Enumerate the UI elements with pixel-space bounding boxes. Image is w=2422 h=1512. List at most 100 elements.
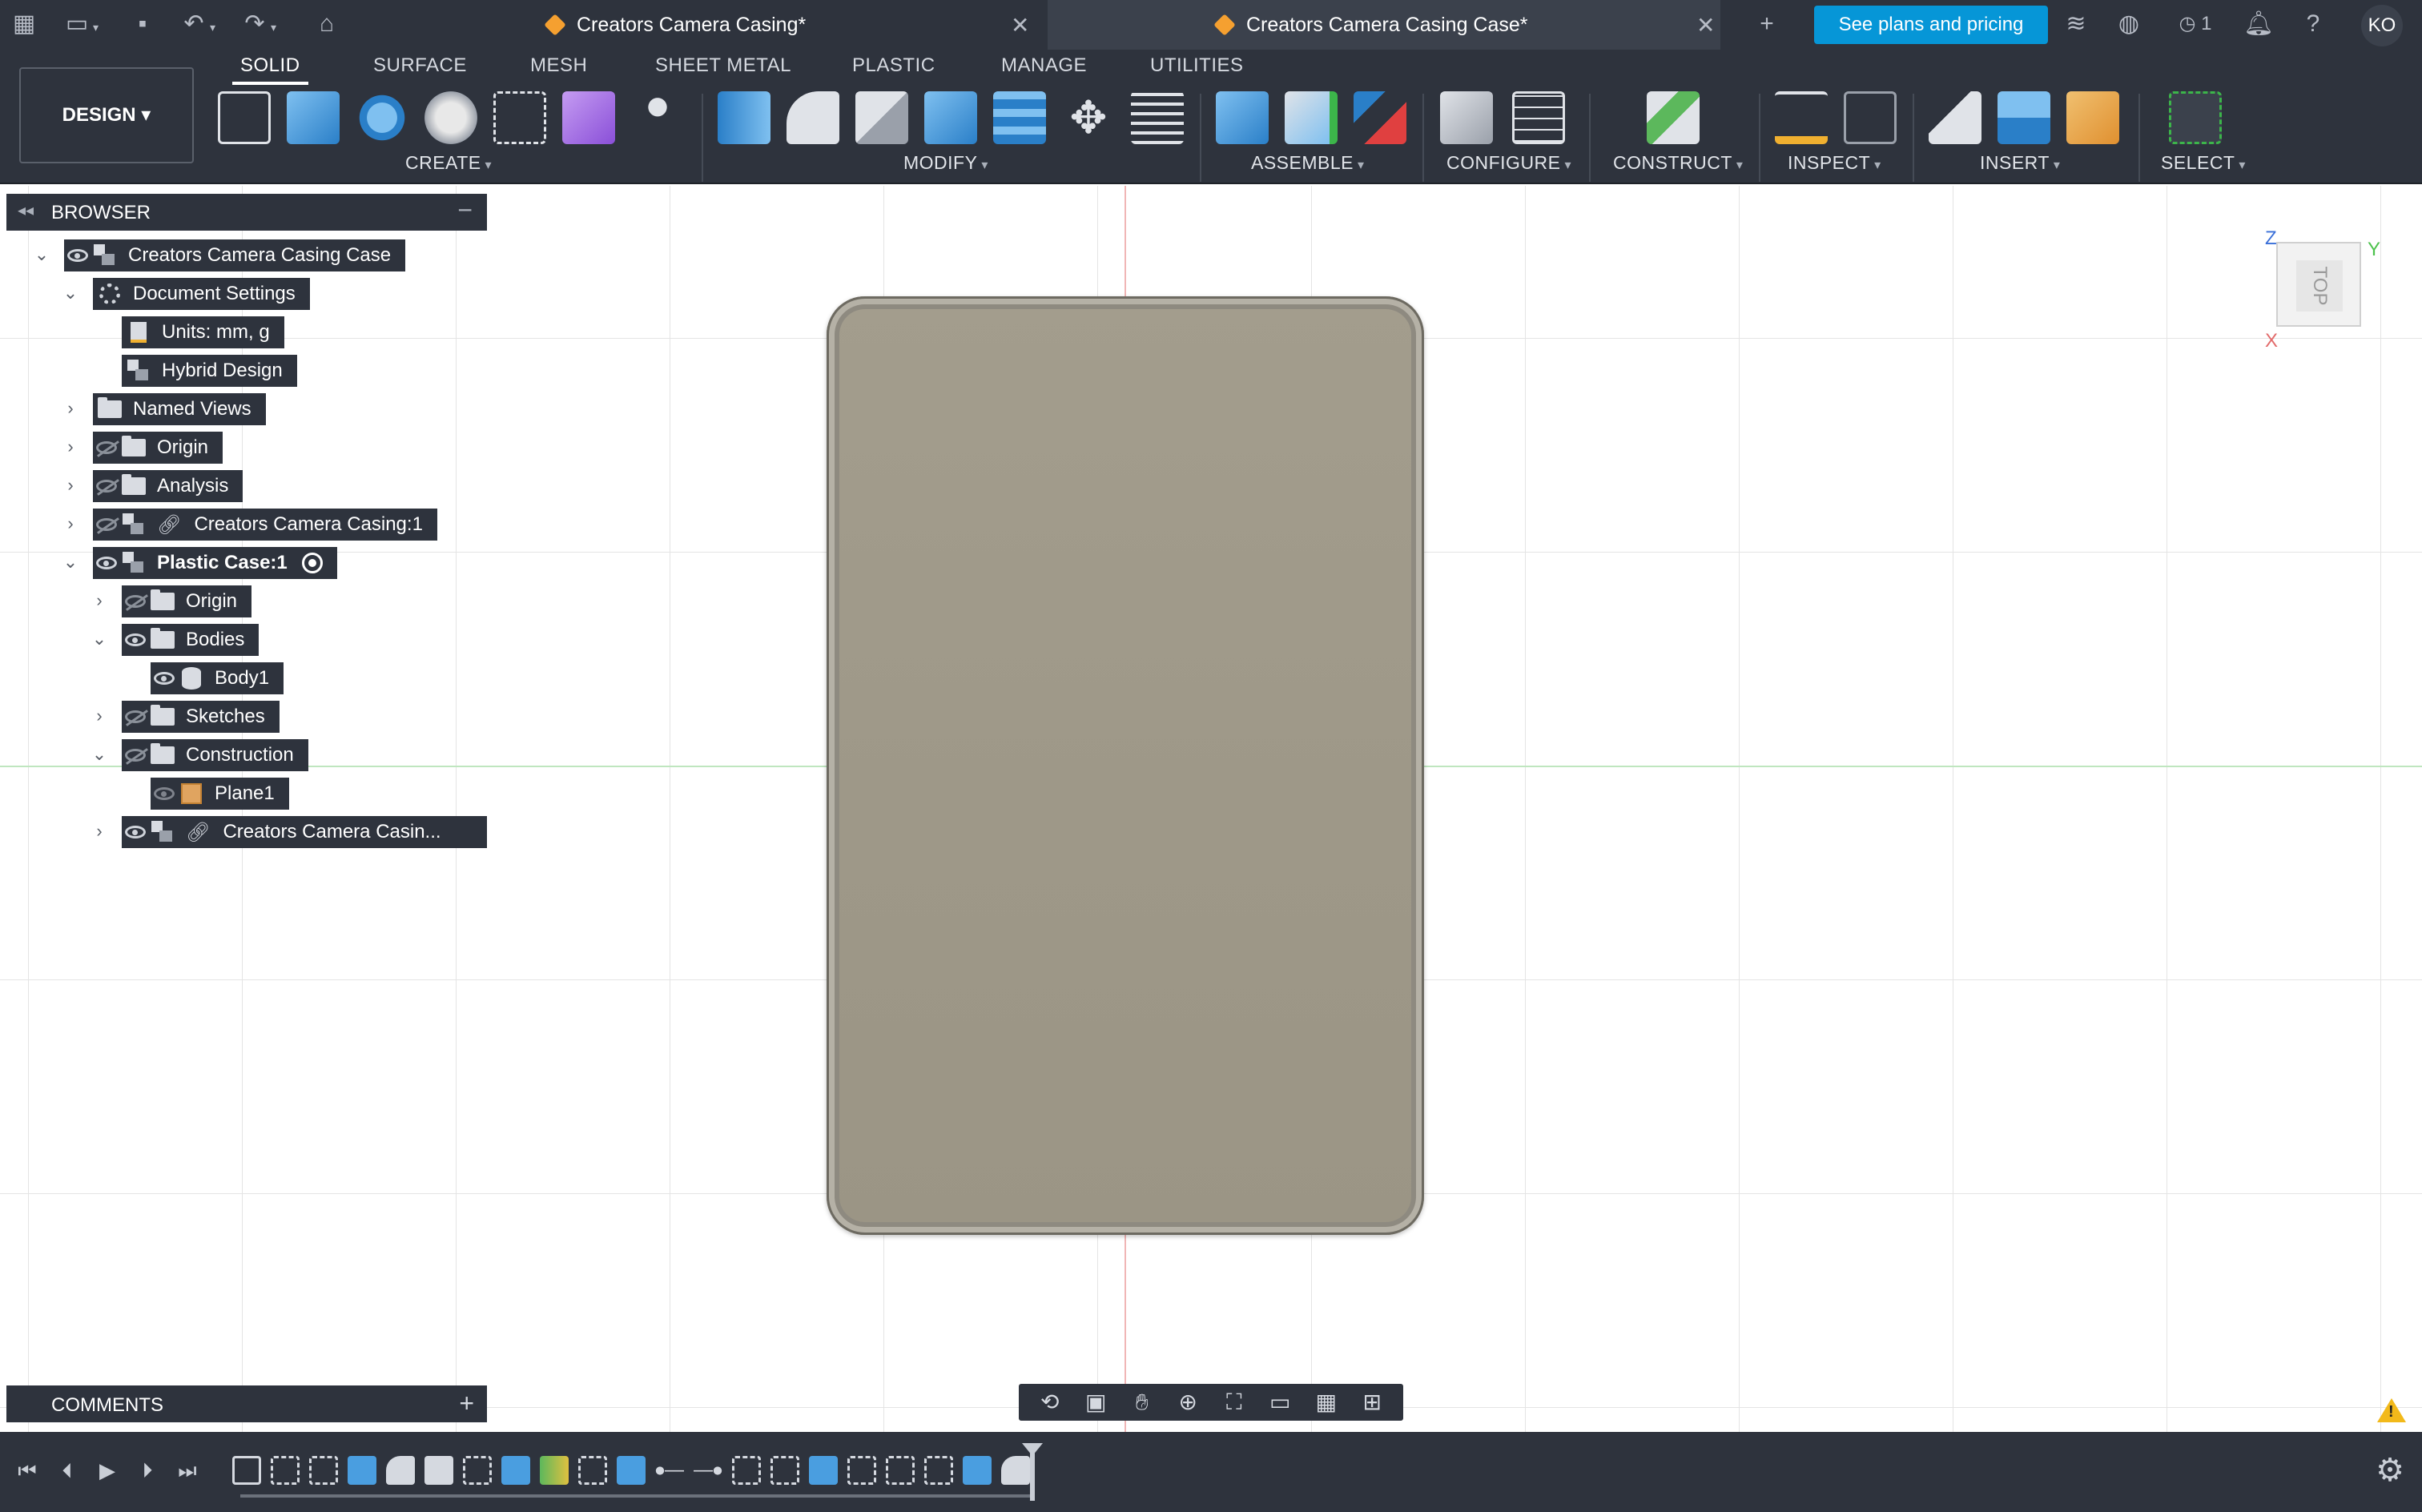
timeline-feature-icon[interactable] xyxy=(963,1456,992,1485)
modify-menu[interactable]: MODIFY xyxy=(903,152,988,174)
tree-units[interactable]: Units: mm, g xyxy=(122,316,284,348)
tab-mesh[interactable]: MESH xyxy=(530,54,587,77)
visibility-hidden-icon[interactable] xyxy=(93,470,120,502)
visibility-eye-icon[interactable] xyxy=(151,662,178,694)
minimize-panel-icon[interactable]: − xyxy=(457,195,473,225)
timeline-feature-icon[interactable] xyxy=(309,1456,338,1485)
zoom-icon[interactable]: ⊕ xyxy=(1172,1389,1204,1416)
tab-surface[interactable]: SURFACE xyxy=(373,54,467,77)
timeline-feature-icon[interactable] xyxy=(924,1456,953,1485)
notifications-bell-icon[interactable]: 🔔︎ xyxy=(2243,8,2275,40)
tree-hybrid-design[interactable]: Hybrid Design xyxy=(122,355,297,387)
configure-menu[interactable]: CONFIGURE xyxy=(1446,152,1571,174)
timeline-feature-icon[interactable] xyxy=(348,1456,376,1485)
go-to-start-icon[interactable]: ⏮︎ xyxy=(14,1458,40,1483)
expand-arrow-icon[interactable]: › xyxy=(62,515,78,533)
collapse-arrow-icon[interactable]: ⌄ xyxy=(91,630,107,648)
tree-document-settings[interactable]: Document Settings xyxy=(93,278,310,310)
timeline-feature-icon[interactable] xyxy=(424,1456,453,1485)
timeline-feature-icon[interactable] xyxy=(386,1456,415,1485)
joint-icon[interactable] xyxy=(1354,91,1406,144)
help-icon[interactable]: ? xyxy=(2297,8,2329,40)
insert-mcmaster-icon[interactable] xyxy=(2066,91,2119,144)
collapse-arrow-icon[interactable]: ⌄ xyxy=(34,246,50,263)
tree-construction[interactable]: Construction xyxy=(122,739,308,771)
shell-icon[interactable] xyxy=(924,91,977,144)
create-base-feature-icon[interactable] xyxy=(631,91,684,144)
collapse-panel-icon[interactable]: ◂◂ xyxy=(18,200,34,220)
tab-creators-camera-casing-case[interactable]: Creators Camera Casing Case* ✕ xyxy=(1048,0,1720,50)
workspace-switcher[interactable]: DESIGN ▾ xyxy=(19,67,194,163)
hole-icon[interactable] xyxy=(424,91,477,144)
timeline-marker[interactable] xyxy=(1022,1443,1043,1501)
insert-mesh-icon[interactable] xyxy=(1929,91,1981,144)
visibility-eye-icon[interactable] xyxy=(64,239,91,271)
tab-plastic[interactable]: PLASTIC xyxy=(852,54,935,77)
collapse-arrow-icon[interactable]: ⌄ xyxy=(62,284,78,302)
visibility-eye-icon[interactable] xyxy=(122,816,149,848)
avatar[interactable]: KO xyxy=(2361,5,2403,46)
timeline-joint-icon[interactable]: —⦁ xyxy=(694,1456,722,1485)
insert-menu[interactable]: INSERT xyxy=(1980,152,2060,174)
apps-grid-icon[interactable]: ▦ xyxy=(8,8,40,40)
visibility-hidden-icon[interactable] xyxy=(122,739,149,771)
add-comment-icon[interactable]: + xyxy=(459,1389,474,1418)
extensions-icon[interactable]: ◍ xyxy=(2113,8,2145,40)
activate-radio-icon[interactable] xyxy=(301,553,323,573)
timeline-feature-icon[interactable] xyxy=(732,1456,761,1485)
visibility-hidden-icon[interactable] xyxy=(122,585,149,617)
look-at-icon[interactable]: ▣ xyxy=(1080,1389,1112,1416)
data-panel-icon[interactable]: ≋ xyxy=(2060,8,2092,40)
step-forward-icon[interactable]: ⏵︎ xyxy=(135,1458,160,1483)
revolve-icon[interactable] xyxy=(356,91,408,144)
tree-bodies[interactable]: Bodies xyxy=(122,624,260,656)
pan-hand-icon[interactable]: ✋︎ xyxy=(1126,1389,1158,1416)
tree-root[interactable]: Creators Camera Casing Case xyxy=(64,239,406,271)
timeline-feature-icon[interactable] xyxy=(578,1456,607,1485)
view-cube-top-face[interactable]: TOP xyxy=(2296,260,2343,312)
timeline-feature-icon[interactable] xyxy=(540,1456,569,1485)
new-tab-icon[interactable]: + xyxy=(1751,8,1783,40)
tree-origin-child[interactable]: Origin xyxy=(122,585,252,617)
insert-canvas-icon[interactable] xyxy=(1998,91,2050,144)
expand-arrow-icon[interactable]: › xyxy=(62,400,78,417)
fillet-icon[interactable] xyxy=(787,91,839,144)
inspect-menu[interactable]: INSPECT xyxy=(1788,152,1881,174)
redo-icon[interactable]: ↷ ▾ xyxy=(239,8,276,40)
timeline-feature-icon[interactable] xyxy=(809,1456,838,1485)
expand-arrow-icon[interactable]: › xyxy=(91,822,107,840)
close-icon[interactable]: ✕ xyxy=(1011,12,1029,38)
timeline-feature-icon[interactable] xyxy=(770,1456,799,1485)
close-icon[interactable]: ✕ xyxy=(1696,12,1715,38)
expand-arrow-icon[interactable]: › xyxy=(62,477,78,494)
orbit-icon[interactable]: ⟲ xyxy=(1034,1389,1066,1416)
new-component-icon[interactable] xyxy=(1285,91,1338,144)
timeline-feature-icon[interactable] xyxy=(271,1456,300,1485)
visibility-hidden-icon[interactable] xyxy=(93,432,120,464)
tree-sketches[interactable]: Sketches xyxy=(122,701,280,733)
chamfer-icon[interactable] xyxy=(855,91,908,144)
tab-sheet-metal[interactable]: SHEET METAL xyxy=(655,54,791,77)
tree-origin[interactable]: Origin xyxy=(93,432,223,464)
rectangular-pattern-icon[interactable] xyxy=(493,91,546,144)
file-menu-icon[interactable]: ▭ ▾ xyxy=(61,8,99,40)
create-menu[interactable]: CREATE xyxy=(405,152,492,174)
tree-body1[interactable]: Body1 xyxy=(151,662,284,694)
fit-icon[interactable]: ⛶ xyxy=(1218,1389,1250,1416)
tab-solid[interactable]: SOLID xyxy=(232,54,308,85)
visibility-eye-icon[interactable] xyxy=(151,778,178,810)
step-back-icon[interactable]: ⏴︎ xyxy=(54,1458,80,1483)
viewports-icon[interactable]: ⊞ xyxy=(1356,1389,1388,1416)
home-icon[interactable]: ⌂ xyxy=(311,8,343,40)
grid-settings-icon[interactable]: ▦ xyxy=(1310,1389,1342,1416)
extrude-icon[interactable] xyxy=(287,91,340,144)
offset-plane-icon[interactable] xyxy=(1647,91,1700,144)
visibility-eye-icon[interactable] xyxy=(93,547,120,579)
construct-menu[interactable]: CONSTRUCT xyxy=(1613,152,1743,174)
measure-icon[interactable] xyxy=(1775,91,1828,144)
configuration-table-icon[interactable] xyxy=(1512,91,1565,144)
tab-utilities[interactable]: UTILITIES xyxy=(1150,54,1244,77)
go-to-end-icon[interactable]: ⏭︎ xyxy=(175,1458,200,1483)
visibility-eye-icon[interactable] xyxy=(122,624,149,656)
insert-derive-icon[interactable] xyxy=(1216,91,1269,144)
